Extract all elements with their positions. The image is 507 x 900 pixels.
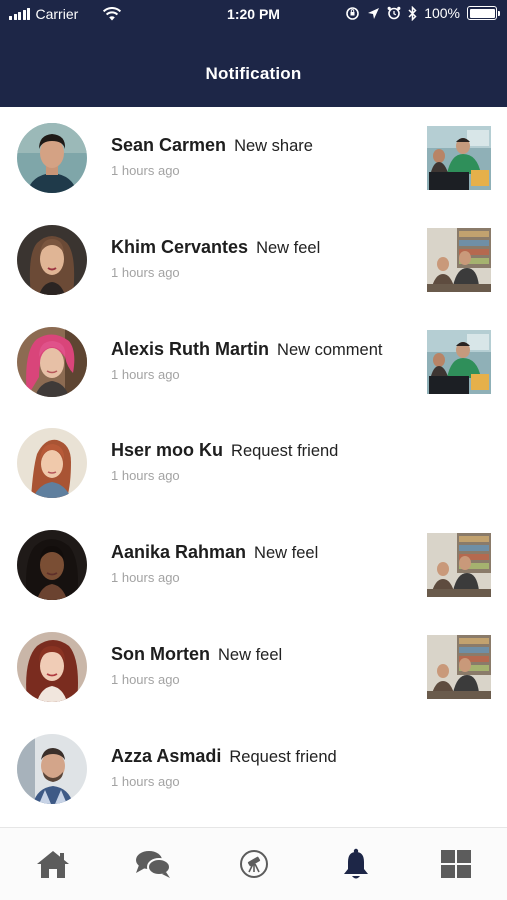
notification-action: Request friend — [231, 442, 339, 461]
notification-text: Aanika Rahman New feel — [111, 542, 318, 563]
avatar[interactable] — [17, 631, 87, 702]
notification-action: New feel — [256, 238, 321, 257]
user-name[interactable]: Khim Cervantes — [111, 237, 248, 257]
tab-explore[interactable] — [234, 846, 274, 882]
tab-menu[interactable] — [436, 846, 476, 882]
post-thumbnail[interactable] — [427, 227, 491, 292]
status-bar: Carrier 1:20 PM 100% — [0, 0, 507, 30]
notification-time: 1 hours ago — [111, 366, 180, 382]
bluetooth-icon — [408, 5, 417, 21]
carrier-label: Carrier — [35, 6, 79, 22]
bell-icon — [342, 848, 370, 880]
grid-icon — [440, 849, 472, 879]
bottom-tab-bar — [0, 827, 507, 900]
user-name[interactable]: Sean Carmen — [111, 135, 226, 155]
post-thumbnail[interactable] — [427, 634, 491, 699]
notification-action: New feel — [218, 645, 283, 664]
tab-messages[interactable] — [133, 846, 173, 882]
avatar[interactable] — [17, 733, 87, 804]
user-name[interactable]: Aanika Rahman — [111, 542, 246, 562]
notification-item[interactable]: Azza Asmadi Request friend 1 hours ago — [0, 718, 507, 820]
user-name[interactable]: Alexis Ruth Martin — [111, 339, 269, 359]
notification-time: 1 hours ago — [111, 671, 180, 687]
notification-time: 1 hours ago — [111, 163, 180, 178]
wifi-icon — [102, 7, 122, 21]
avatar[interactable] — [17, 224, 87, 295]
location-icon — [367, 7, 380, 20]
user-name[interactable]: Hser moo Ku — [111, 440, 223, 460]
notification-time: 1 hours ago — [111, 468, 180, 484]
notification-text: Sean Carmen New share — [111, 135, 313, 156]
notification-item[interactable]: Hser moo Ku Request friend 1 hours ago — [0, 412, 507, 514]
notification-item[interactable]: Khim Cervantes New feel 1 hours ago — [0, 209, 507, 311]
chat-icon — [134, 849, 172, 879]
user-name[interactable]: Azza Asmadi — [111, 746, 221, 766]
notification-list: Sean Carmen New share 1 hours ago Khim C… — [0, 107, 507, 820]
notification-time: 1 hours ago — [111, 570, 180, 586]
notification-time: 1 hours ago — [111, 773, 180, 789]
notification-action: New feel — [254, 544, 319, 563]
signal-icon — [9, 8, 32, 20]
page-title: Notification — [205, 64, 302, 83]
tab-home[interactable] — [33, 846, 73, 882]
notification-item[interactable]: Alexis Ruth Martin New comment 1 hours ag… — [0, 311, 507, 413]
notification-text: Azza Asmadi Request friend — [111, 746, 337, 767]
notification-time: 1 hours ago — [111, 264, 180, 280]
notification-item[interactable]: Son Morten New feel 1 hours ago — [0, 616, 507, 718]
home-icon — [35, 849, 71, 879]
telescope-icon — [239, 849, 269, 879]
post-thumbnail[interactable] — [427, 329, 491, 394]
notification-item[interactable]: Aanika Rahman New feel 1 hours ago — [0, 514, 507, 616]
notification-text: Khim Cervantes New feel — [111, 237, 320, 258]
tab-notifications[interactable] — [336, 846, 376, 882]
rotation-lock-icon — [345, 6, 360, 21]
avatar[interactable] — [17, 326, 87, 397]
post-thumbnail[interactable] — [427, 533, 491, 598]
post-thumbnail[interactable] — [427, 126, 491, 190]
battery-percent: 100% — [424, 5, 460, 21]
notification-action: Request friend — [229, 747, 337, 766]
notification-text: Alexis Ruth Martin New comment — [111, 339, 382, 360]
battery-icon — [467, 6, 500, 20]
notification-action: New share — [234, 137, 313, 155]
user-name[interactable]: Son Morten — [111, 644, 210, 664]
notification-text: Son Morten New feel — [111, 644, 282, 665]
notification-action: New comment — [277, 340, 383, 359]
avatar[interactable] — [17, 530, 87, 601]
alarm-icon — [387, 6, 401, 20]
notification-text: Hser moo Ku Request friend — [111, 440, 338, 461]
avatar[interactable] — [17, 428, 87, 499]
avatar[interactable] — [17, 123, 87, 193]
notification-item[interactable]: Sean Carmen New share 1 hours ago — [0, 107, 507, 209]
app-header: Carrier 1:20 PM 100% Notification — [0, 0, 507, 107]
